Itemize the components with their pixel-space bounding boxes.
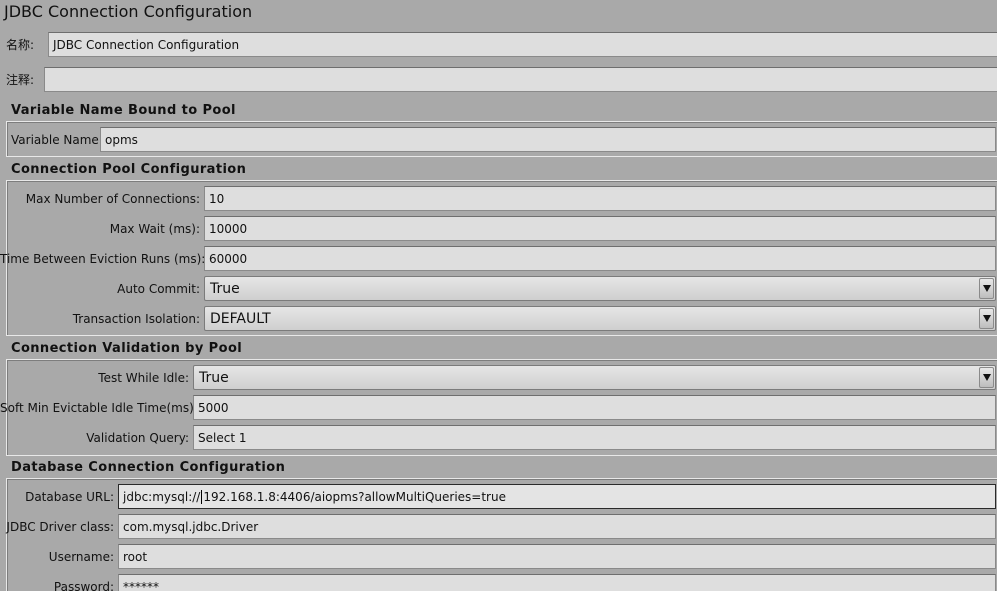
comment-label: 注释: [6, 73, 35, 87]
driver-class-input[interactable]: com.mysql.jdbc.Driver [118, 514, 996, 539]
pool-section-title: Connection Pool Configuration [11, 162, 247, 177]
name-row: 名称: JDBC Connection Configuration [0, 32, 997, 57]
database-url-row: Database URL: jdbc:mysql://192.168.1.8:4… [0, 484, 997, 509]
password-row: Password: ****** [0, 574, 997, 591]
validation-query-label: Validation Query: [86, 430, 189, 445]
password-label: Password: [53, 579, 114, 591]
window-title: JDBC Connection Configuration [4, 2, 253, 21]
eviction-row: Time Between Eviction Runs (ms): 60000 [0, 246, 997, 271]
chevron-down-icon[interactable] [979, 278, 994, 299]
test-idle-label: Test While Idle: [98, 370, 189, 385]
isolation-select[interactable]: DEFAULT [204, 306, 996, 331]
auto-commit-select[interactable]: True [204, 276, 996, 301]
max-wait-label: Max Wait (ms): [109, 221, 200, 236]
test-idle-value: True [199, 369, 229, 386]
variable-name-label: Variable Name: [11, 132, 103, 147]
soft-min-row: Soft Min Evictable Idle Time(ms): 5000 [0, 395, 997, 420]
name-input[interactable]: JDBC Connection Configuration [48, 32, 997, 57]
password-input[interactable]: ****** [118, 574, 996, 591]
auto-commit-label: Auto Commit: [117, 281, 200, 296]
driver-class-label: JDBC Driver class: [6, 519, 114, 534]
isolation-label: Transaction Isolation: [72, 311, 200, 326]
text-caret [201, 489, 203, 504]
db-section-title: Database Connection Configuration [11, 460, 286, 475]
max-connections-label: Max Number of Connections: [25, 191, 200, 206]
isolation-value: DEFAULT [210, 310, 271, 327]
database-url-value-start: jdbc:mysql:// [123, 489, 201, 504]
validation-query-row: Validation Query: Select 1 [0, 425, 997, 450]
max-wait-row: Max Wait (ms): 10000 [0, 216, 997, 241]
eviction-label: Time Between Eviction Runs (ms): [0, 251, 206, 266]
variable-section-title: Variable Name Bound to Pool [11, 103, 236, 118]
max-wait-input[interactable]: 10000 [204, 216, 996, 241]
database-url-label: Database URL: [25, 489, 114, 504]
soft-min-label: Soft Min Evictable Idle Time(ms): [0, 400, 198, 415]
auto-commit-row: Auto Commit: True [0, 276, 997, 301]
variable-name-input[interactable]: opms [100, 127, 996, 152]
comment-input[interactable] [44, 67, 997, 92]
username-row: Username: root [0, 544, 997, 569]
validation-section-title: Connection Validation by Pool [11, 341, 243, 356]
eviction-input[interactable]: 60000 [204, 246, 996, 271]
max-connections-input[interactable]: 10 [204, 186, 996, 211]
auto-commit-value: True [210, 280, 240, 297]
driver-class-row: JDBC Driver class: com.mysql.jdbc.Driver [0, 514, 997, 539]
validation-query-input[interactable]: Select 1 [193, 425, 996, 450]
username-input[interactable]: root [118, 544, 996, 569]
test-idle-row: Test While Idle: True [0, 365, 997, 390]
test-idle-select[interactable]: True [193, 365, 996, 390]
database-url-input[interactable]: jdbc:mysql://192.168.1.8:4406/aiopms?all… [118, 484, 996, 509]
database-url-value-end: 192.168.1.8:4406/aiopms?allowMultiQuerie… [203, 489, 506, 504]
username-label: Username: [48, 549, 114, 564]
name-label: 名称: [6, 38, 35, 52]
chevron-down-icon[interactable] [979, 308, 994, 329]
max-connections-row: Max Number of Connections: 10 [0, 186, 997, 211]
chevron-down-icon[interactable] [979, 367, 994, 388]
soft-min-input[interactable]: 5000 [193, 395, 996, 420]
isolation-row: Transaction Isolation: DEFAULT [0, 306, 997, 331]
variable-name-row: Variable Name: opms [0, 127, 997, 152]
comment-row: 注释: [0, 67, 997, 92]
